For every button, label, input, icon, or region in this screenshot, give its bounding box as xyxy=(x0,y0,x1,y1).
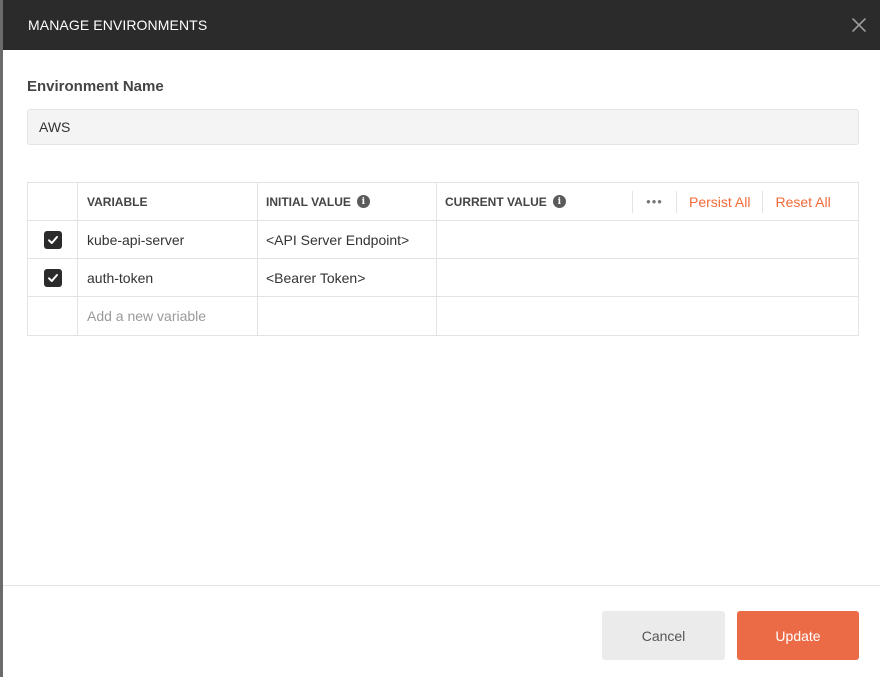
table-row: kube-api-server <API Server Endpoint> xyxy=(28,221,858,259)
new-current-value-cell[interactable] xyxy=(437,297,858,335)
more-dots-icon[interactable]: ••• xyxy=(632,190,676,213)
row-checkbox[interactable] xyxy=(43,230,62,249)
header-variable-label: VARIABLE xyxy=(87,194,148,209)
variables-table: VARIABLE INITIAL VALUE i CURRENT VALUE i… xyxy=(27,182,859,336)
initial-value-cell[interactable]: <API Server Endpoint> xyxy=(258,221,437,258)
environment-name-input[interactable] xyxy=(27,109,859,145)
environment-name-label: Environment Name xyxy=(27,78,164,95)
row-checkbox-cell xyxy=(28,221,78,258)
initial-value: <API Server Endpoint> xyxy=(266,231,410,248)
checkmark-icon xyxy=(47,273,58,282)
row-checkbox-cell xyxy=(28,297,78,335)
variable-name: kube-api-server xyxy=(87,231,185,248)
reset-all-link[interactable]: Reset All xyxy=(762,190,842,213)
variable-cell[interactable]: kube-api-server xyxy=(78,221,258,258)
new-variable-placeholder: Add a new variable xyxy=(87,308,207,324)
header-variable: VARIABLE xyxy=(78,183,258,220)
dialog-title: MANAGE ENVIRONMENTS xyxy=(28,17,208,33)
row-checkbox-cell xyxy=(28,259,78,296)
current-value-cell[interactable] xyxy=(437,259,858,296)
header-initial-value: INITIAL VALUE i xyxy=(258,183,437,220)
current-value-cell[interactable] xyxy=(437,221,858,258)
info-icon[interactable]: i xyxy=(552,195,566,208)
new-variable-row: Add a new variable xyxy=(28,297,858,335)
close-button[interactable] xyxy=(848,14,870,36)
update-button[interactable]: Update xyxy=(737,611,859,660)
header-current-value-label: CURRENT VALUE xyxy=(445,194,547,209)
header-checkbox-cell xyxy=(28,183,78,220)
new-variable-cell[interactable]: Add a new variable xyxy=(78,297,258,335)
info-icon[interactable]: i xyxy=(356,195,370,208)
header-initial-value-label: INITIAL VALUE xyxy=(266,194,351,209)
variable-name: auth-token xyxy=(87,269,154,286)
new-initial-value-cell[interactable] xyxy=(258,297,437,335)
close-icon xyxy=(852,18,866,32)
initial-value: <Bearer Token> xyxy=(266,269,366,286)
dialog-header: MANAGE ENVIRONMENTS xyxy=(3,0,880,50)
checkmark-icon xyxy=(47,235,58,244)
initial-value-cell[interactable]: <Bearer Token> xyxy=(258,259,437,296)
table-header-row: VARIABLE INITIAL VALUE i CURRENT VALUE i… xyxy=(28,183,858,221)
table-row: auth-token <Bearer Token> xyxy=(28,259,858,297)
header-current-value: CURRENT VALUE i ••• Persist All Reset Al… xyxy=(437,183,858,220)
row-checkbox[interactable] xyxy=(43,268,62,287)
window-edge xyxy=(0,0,3,677)
persist-all-link[interactable]: Persist All xyxy=(676,190,762,213)
variable-cell[interactable]: auth-token xyxy=(78,259,258,296)
footer-divider xyxy=(3,585,880,586)
cancel-button[interactable]: Cancel xyxy=(602,611,725,660)
